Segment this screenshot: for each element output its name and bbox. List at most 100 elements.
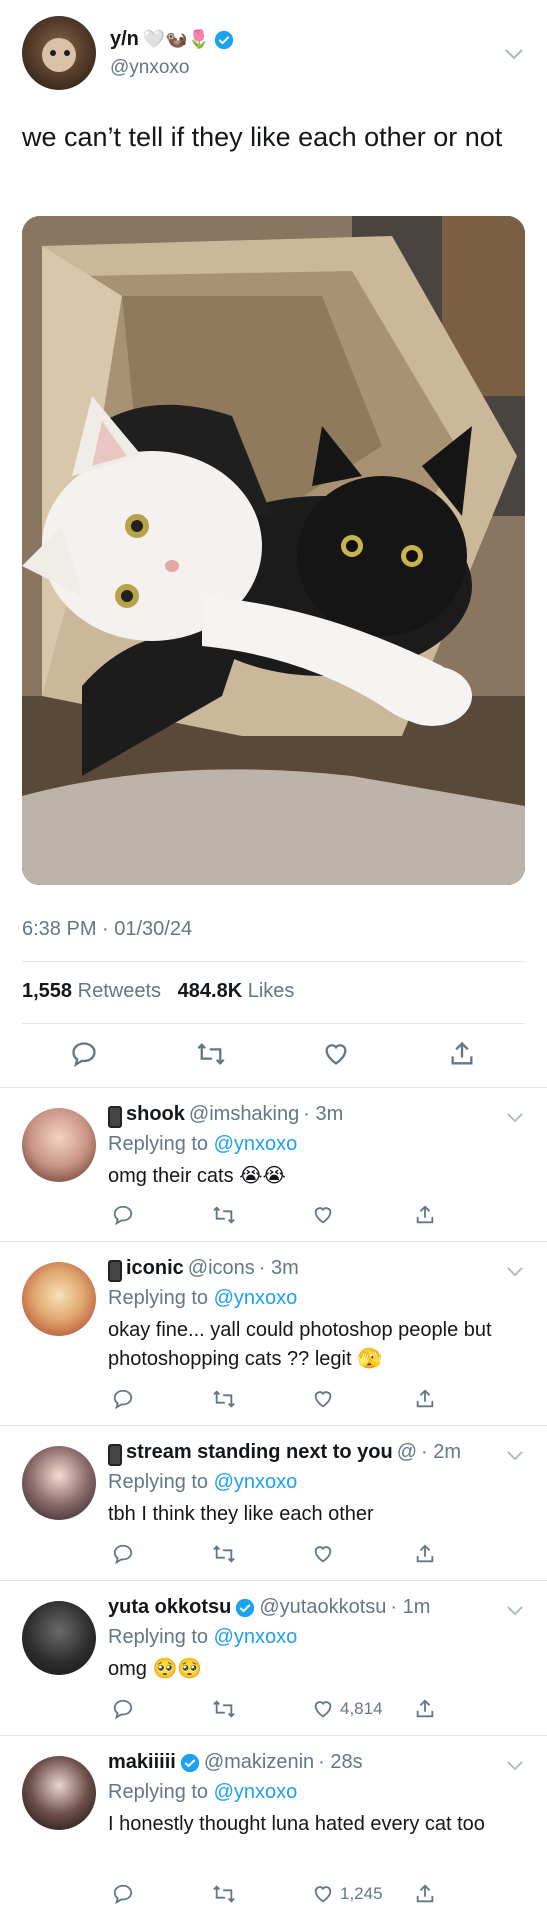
reply-name[interactable]: shook <box>126 1103 185 1126</box>
reply-tweet[interactable]: stream standing next to you @ · 2m Reply… <box>0 1426 547 1581</box>
share-icon <box>416 1544 434 1563</box>
reply-icon <box>113 1544 133 1565</box>
replying-prefix: Replying to <box>108 1626 209 1648</box>
replying-mention[interactable]: @ynxoxo <box>214 1133 298 1155</box>
share-button[interactable] <box>448 1040 476 1068</box>
share-button[interactable] <box>414 1698 436 1720</box>
reply-handle[interactable]: @makizenin <box>204 1751 314 1774</box>
replying-mention[interactable]: @ynxoxo <box>214 1287 298 1309</box>
like-button[interactable] <box>312 1388 340 1410</box>
reply-button[interactable] <box>112 1883 134 1905</box>
reply-name-line[interactable]: shook @imshaking · 3m <box>108 1103 343 1128</box>
tweet-timestamp[interactable]: 6:38 PM · 01/30/24 <box>22 918 192 941</box>
reply-avatar[interactable] <box>22 1756 96 1830</box>
replying-to: Replying to @ynxoxo <box>108 1626 297 1649</box>
retweet-button[interactable] <box>212 1543 236 1565</box>
replying-mention[interactable]: @ynxoxo <box>214 1781 298 1803</box>
reply-handle[interactable]: @imshaking <box>189 1103 299 1126</box>
reply-button[interactable] <box>112 1543 134 1565</box>
replying-prefix: Replying to <box>108 1133 209 1155</box>
author-name-line[interactable]: y/n 🤍🦦🌷 <box>110 28 234 51</box>
reply-handle[interactable]: @yutaokkotsu <box>259 1596 386 1619</box>
reply-name[interactable]: stream standing next to you <box>126 1441 393 1464</box>
retweets-label[interactable]: Retweets <box>78 980 161 1002</box>
share-icon <box>451 1041 473 1065</box>
retweet-icon <box>197 1043 225 1065</box>
likes-count[interactable]: 484.8K <box>178 980 243 1002</box>
like-button[interactable] <box>312 1204 340 1226</box>
reply-tweet[interactable]: yuta okkotsu @yutaokkotsu · 1m Replying … <box>0 1581 547 1736</box>
tweet-text: we can’t tell if they like each other or… <box>22 122 503 152</box>
phone-icon <box>108 1105 122 1128</box>
heart-icon <box>314 1701 332 1718</box>
reply-avatar[interactable] <box>22 1446 96 1520</box>
likes-label[interactable]: Likes <box>248 980 295 1002</box>
share-icon <box>416 1389 434 1408</box>
chevron-down-icon[interactable] <box>504 48 524 60</box>
chevron-down-icon[interactable] <box>506 1112 524 1123</box>
retweet-icon <box>213 1390 235 1408</box>
tweet-photo[interactable] <box>22 216 525 885</box>
author-handle[interactable]: @ynxoxo <box>110 57 190 79</box>
heart-icon <box>325 1044 347 1065</box>
share-button[interactable] <box>414 1204 436 1226</box>
tweet-stats: 1,558 Retweets 484.8K Likes <box>22 980 294 1003</box>
reply-text: okay fine... yall could photoshop people… <box>108 1319 492 1370</box>
reply-time[interactable]: · 3m <box>259 1257 299 1280</box>
share-button[interactable] <box>414 1543 436 1565</box>
reply-button[interactable] <box>112 1388 134 1410</box>
replying-to: Replying to @ynxoxo <box>108 1287 297 1310</box>
reply-name-line[interactable]: stream standing next to you @ · 2m <box>108 1441 461 1466</box>
reply-time[interactable]: · 1m <box>390 1596 430 1619</box>
reply-name-line[interactable]: makiiiii @makizenin · 28s <box>108 1751 363 1774</box>
retweets-count[interactable]: 1,558 <box>22 980 72 1002</box>
reply-name[interactable]: yuta okkotsu <box>108 1596 231 1619</box>
reply-name-line[interactable]: iconic @icons · 3m <box>108 1257 299 1282</box>
reply-avatar[interactable] <box>22 1601 96 1675</box>
chevron-down-icon[interactable] <box>506 1266 524 1277</box>
reply-tweet[interactable]: shook @imshaking · 3m Replying to @ynxox… <box>0 1088 547 1242</box>
reply-time[interactable]: · 28s <box>318 1751 362 1774</box>
reply-icon <box>113 1884 133 1905</box>
like-button[interactable] <box>322 1040 350 1068</box>
share-button[interactable] <box>414 1388 436 1410</box>
share-button[interactable] <box>414 1883 436 1905</box>
phone-icon <box>108 1443 122 1466</box>
reply-button[interactable] <box>112 1698 134 1720</box>
replying-prefix: Replying to <box>108 1471 209 1493</box>
reply-avatar[interactable] <box>22 1108 96 1182</box>
reply-time[interactable]: · 2m <box>421 1441 461 1464</box>
retweet-button[interactable] <box>212 1883 236 1905</box>
like-count: 4,814 <box>340 1699 383 1718</box>
author-name[interactable]: y/n <box>110 28 139 51</box>
reply-handle[interactable]: @ <box>397 1441 417 1464</box>
like-button[interactable] <box>312 1543 340 1565</box>
reply-button[interactable] <box>70 1040 98 1068</box>
replying-mention[interactable]: @ynxoxo <box>214 1471 298 1493</box>
like-button[interactable]: 4,814 <box>312 1698 383 1720</box>
reply-icon <box>113 1699 133 1720</box>
retweet-button[interactable] <box>212 1388 236 1410</box>
reply-avatar[interactable] <box>22 1262 96 1336</box>
reply-name-line[interactable]: yuta okkotsu @yutaokkotsu · 1m <box>108 1596 430 1619</box>
reply-name[interactable]: makiiiii <box>108 1751 176 1774</box>
reply-tweet[interactable]: makiiiii @makizenin · 28s Replying to @y… <box>0 1736 547 1920</box>
retweet-button[interactable] <box>212 1204 236 1226</box>
author-avatar[interactable] <box>22 16 96 90</box>
avatar-eye <box>64 50 70 56</box>
avatar-eye <box>50 50 56 56</box>
retweet-button[interactable] <box>212 1698 236 1720</box>
reply-time[interactable]: · 3m <box>303 1103 343 1126</box>
like-button[interactable]: 1,245 <box>312 1883 383 1905</box>
retweet-button[interactable] <box>196 1040 226 1068</box>
reply-handle[interactable]: @icons <box>188 1257 255 1280</box>
chevron-down-icon[interactable] <box>506 1605 524 1616</box>
reply-name[interactable]: iconic <box>126 1257 184 1280</box>
replying-mention[interactable]: @ynxoxo <box>214 1626 298 1648</box>
reply-button[interactable] <box>112 1204 134 1226</box>
heart-icon <box>314 1886 332 1903</box>
heart-icon <box>314 1207 332 1224</box>
chevron-down-icon[interactable] <box>506 1760 524 1771</box>
reply-tweet[interactable]: iconic @icons · 3m Replying to @ynxoxo o… <box>0 1242 547 1426</box>
chevron-down-icon[interactable] <box>506 1450 524 1461</box>
